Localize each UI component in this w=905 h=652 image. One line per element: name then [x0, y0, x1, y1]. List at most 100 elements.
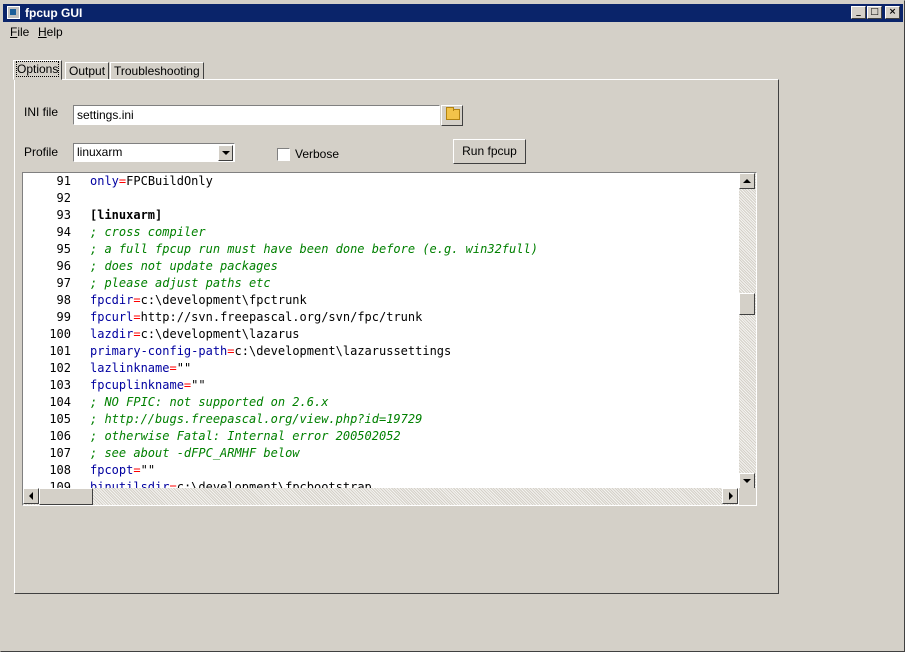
- scrollbar-corner: [739, 488, 756, 505]
- code-line[interactable]: ; a full fpcup run must have been done b…: [90, 241, 538, 258]
- code-line[interactable]: ; NO FPIC: not supported on 2.6.x: [90, 394, 328, 411]
- menu-file[interactable]: File: [10, 25, 29, 39]
- code-line[interactable]: only=FPCBuildOnly: [90, 173, 213, 190]
- minimize-button[interactable]: _: [851, 6, 866, 19]
- menu-help[interactable]: Help: [38, 25, 63, 39]
- code-line[interactable]: ; see about -dFPC_ARMHF below: [90, 445, 300, 462]
- code-line[interactable]: fpcdir=c:\development\fpctrunk: [90, 292, 307, 309]
- code-token: "": [191, 378, 206, 392]
- code-line[interactable]: fpcurl=http://svn.freepascal.org/svn/fpc…: [90, 309, 422, 326]
- maximize-icon: □: [870, 7, 879, 17]
- code-token: ; please adjust paths etc: [90, 276, 271, 290]
- code-token: =: [133, 327, 141, 341]
- minimize-icon: _: [856, 7, 861, 17]
- code-token: ; otherwise Fatal: Internal error 200502…: [90, 429, 401, 443]
- profile-select[interactable]: linuxarm: [73, 143, 235, 162]
- run-fpcup-button[interactable]: Run fpcup: [453, 139, 526, 164]
- ini-file-input[interactable]: settings.ini: [73, 105, 440, 125]
- line-number: 105: [49, 412, 71, 426]
- line-number: 92: [56, 191, 71, 205]
- code-line[interactable]: ; please adjust paths etc: [90, 275, 271, 292]
- verbose-label[interactable]: Verbose: [295, 147, 339, 161]
- code-token: "": [140, 463, 156, 477]
- browse-ini-button[interactable]: [441, 105, 463, 126]
- code-token: =: [227, 344, 235, 358]
- code-line[interactable]: ; cross compiler: [90, 224, 206, 241]
- line-number: 95: [56, 242, 71, 256]
- horizontal-scroll-thumb[interactable]: [39, 488, 93, 505]
- close-button[interactable]: ×: [885, 6, 900, 19]
- ini-file-label: INI file: [24, 105, 59, 119]
- code-line[interactable]: lazlinkname="": [90, 360, 191, 377]
- chevron-down-icon[interactable]: [218, 145, 233, 161]
- scroll-down-icon[interactable]: [739, 473, 755, 489]
- code-token: ; a full fpcup run must have been done b…: [90, 242, 538, 256]
- scroll-left-icon[interactable]: [23, 488, 39, 504]
- code-token: c:\development\lazarussettings: [234, 344, 452, 358]
- line-number: 97: [56, 276, 71, 290]
- code-token: c:\development\fpctrunk: [140, 293, 307, 307]
- code-token: fpcdir: [90, 293, 134, 307]
- maximize-button[interactable]: □: [867, 6, 882, 19]
- menu-help-label: elp: [46, 25, 63, 39]
- vertical-scroll-thumb[interactable]: [739, 293, 755, 315]
- code-token: "": [176, 361, 192, 375]
- vertical-scrollbar[interactable]: [739, 173, 756, 489]
- line-number: 102: [49, 361, 71, 375]
- title-bar[interactable]: fpcup GUI _ □ ×: [3, 4, 903, 22]
- app-window: fpcup GUI _ □ × File Help Options Output…: [0, 0, 905, 652]
- code-line[interactable]: ; http://bugs.freepascal.org/view.php?id…: [90, 411, 422, 428]
- line-number: 107: [49, 446, 71, 460]
- scroll-up-icon[interactable]: [739, 173, 755, 189]
- code-line[interactable]: fpcopt="": [90, 462, 155, 479]
- code-token: c:\development\lazarus: [140, 327, 300, 341]
- horizontal-scrollbar[interactable]: [23, 488, 738, 505]
- tab-troubleshooting[interactable]: Troubleshooting: [110, 62, 204, 80]
- line-number: 101: [49, 344, 71, 358]
- code-area[interactable]: only=FPCBuildOnly [linuxarm] ; cross compi…: [90, 173, 738, 489]
- code-line[interactable]: [linuxarm]: [90, 207, 162, 224]
- code-token: =: [133, 293, 141, 307]
- code-token: ; NO FPIC: not supported on 2.6.x: [90, 395, 329, 409]
- code-token: ; see about -dFPC_ARMHF below: [90, 446, 300, 460]
- code-token: lazdir: [90, 327, 134, 341]
- code-line[interactable]: lazdir=c:\development\lazarus: [90, 326, 300, 343]
- code-token: fpcuplinkname: [90, 378, 184, 392]
- tab-output[interactable]: Output: [65, 62, 110, 80]
- tab-troubleshooting-label: Troubleshooting: [114, 64, 200, 78]
- menu-file-label: ile: [17, 25, 30, 39]
- code-token: lazlinkname: [90, 361, 170, 375]
- code-token: FPCBuildOnly: [126, 174, 213, 188]
- code-token: primary-config-path: [90, 344, 228, 358]
- code-token: =: [133, 463, 141, 477]
- ini-editor[interactable]: 91 92 93 94 95 96 97 98 99 100 101 102 103 104 105 106 1…: [22, 172, 757, 506]
- code-token: [linuxarm]: [90, 208, 163, 222]
- profile-label: Profile: [24, 145, 59, 159]
- line-number: 93: [56, 208, 71, 222]
- line-number: 100: [49, 327, 71, 341]
- code-token: fpcopt: [90, 463, 134, 477]
- code-token: http://svn.freepascal.org/svn/fpc/trunk: [140, 310, 423, 324]
- line-number: 104: [49, 395, 71, 409]
- line-number: 108: [49, 463, 71, 477]
- verbose-checkbox[interactable]: [277, 148, 290, 161]
- code-token: ; cross compiler: [90, 225, 206, 239]
- line-number: 103: [49, 378, 71, 392]
- folder-open-icon: [446, 107, 460, 120]
- code-line[interactable]: fpcuplinkname="": [90, 377, 206, 394]
- line-number: 91: [56, 174, 71, 188]
- line-number: 94: [56, 225, 71, 239]
- close-icon: ×: [888, 7, 897, 17]
- tab-options[interactable]: Options: [13, 60, 63, 80]
- code-line[interactable]: primary-config-path=c:\development\lazar…: [90, 343, 451, 360]
- code-token: =: [133, 310, 141, 324]
- code-line[interactable]: ; otherwise Fatal: Internal error 200502…: [90, 428, 401, 445]
- window-title: fpcup GUI: [25, 6, 83, 20]
- scroll-right-icon[interactable]: [722, 488, 738, 504]
- code-line[interactable]: ; does not update packages: [90, 258, 278, 275]
- line-number: 98: [56, 293, 71, 307]
- profile-selected-value: linuxarm: [77, 145, 123, 159]
- line-number: 99: [56, 310, 71, 324]
- app-icon: [7, 6, 20, 19]
- line-number-gutter: 91 92 93 94 95 96 97 98 99 100 101 102 103 104 105 106 1…: [23, 173, 81, 494]
